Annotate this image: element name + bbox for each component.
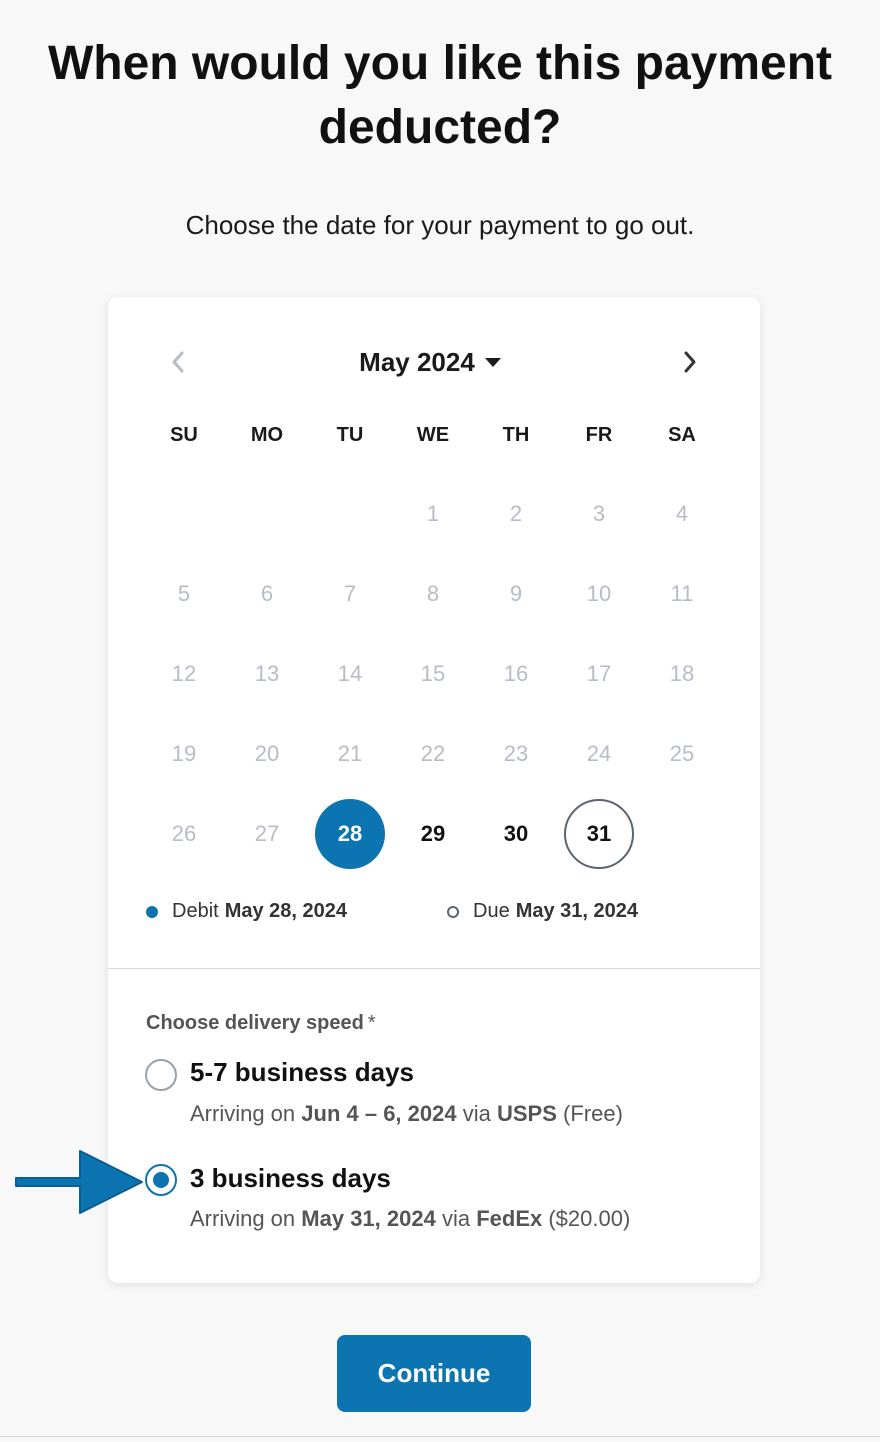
calendar-day-20: 20 [254, 741, 280, 766]
calendar-day-9: 9 [509, 581, 523, 606]
weekday-mo: MO [250, 424, 284, 446]
caret-down-icon [484, 357, 501, 367]
option-title-3-days[interactable]: 3 business days [190, 1163, 391, 1194]
calendar-day-7: 7 [343, 581, 357, 606]
debit-dot-icon [146, 905, 158, 918]
option-carrier: FedEx [476, 1206, 543, 1231]
option-carrier: USPS [496, 1101, 557, 1126]
weekday-su: SU [170, 424, 198, 446]
calendar-day-11: 11 [670, 581, 694, 606]
calendar-day-1: 1 [426, 501, 440, 526]
calendar-day-2: 2 [509, 501, 523, 526]
option-title-5-7-days[interactable]: 5-7 business days [190, 1057, 414, 1088]
due-ring-icon [447, 905, 459, 918]
radio-5-7-business-days[interactable] [145, 1059, 177, 1091]
chevron-right-icon [684, 351, 696, 373]
calendar-day-15: 15 [420, 661, 446, 686]
radio-3-business-days[interactable] [145, 1164, 177, 1196]
calendar-day-23: 23 [503, 741, 529, 766]
calendar-day-25: 25 [669, 741, 695, 766]
chevron-left-icon [172, 351, 184, 373]
weekday-we: WE [416, 424, 450, 446]
calendar-day-10: 10 [586, 581, 612, 606]
page-subtitle: Choose the date for your payment to go o… [185, 210, 695, 240]
calendar-day-19: 19 [171, 741, 197, 766]
bottom-divider [0, 1436, 880, 1437]
option-via: via [462, 1101, 491, 1126]
delivery-speed-label-text: Choose delivery speed [146, 1012, 364, 1034]
legend-due: Due May 31, 2024 [447, 900, 638, 923]
legend-due-label: Due [473, 900, 510, 922]
calendar-day-26: 26 [171, 821, 197, 846]
continue-button[interactable]: Continue [337, 1335, 531, 1412]
calendar-day-18: 18 [669, 661, 695, 686]
month-year-dropdown[interactable]: May 2024 [340, 344, 520, 380]
calendar-day-31[interactable]: 31 [564, 799, 634, 869]
page-title: When would you like this payment deducte… [47, 37, 833, 154]
next-month-button[interactable] [672, 344, 708, 380]
option-prefix: Arriving on [190, 1206, 296, 1231]
calendar-day-5: 5 [177, 581, 191, 606]
calendar-day-4: 4 [675, 501, 689, 526]
legend-debit-label: Debit [172, 900, 219, 922]
calendar-day-27: 27 [254, 821, 280, 846]
calendar-day-22: 22 [420, 741, 446, 766]
calendar-day-30[interactable]: 30 [481, 799, 551, 869]
legend-due-date: May 31, 2024 [515, 900, 639, 922]
delivery-speed-label: Choose delivery speed * [146, 1012, 376, 1035]
option-price: ($20.00) [548, 1206, 631, 1231]
legend-debit: Debit May 28, 2024 [146, 900, 347, 923]
calendar-day-17: 17 [586, 661, 612, 686]
weekday-sa: SA [668, 424, 696, 446]
calendar-day-21: 21 [337, 741, 363, 766]
pointer-arrow-icon [15, 1150, 143, 1214]
calendar-day-13: 13 [254, 661, 280, 686]
option-dates: Jun 4 – 6, 2024 [301, 1101, 457, 1126]
card-divider [108, 968, 760, 969]
calendar-day-16: 16 [503, 661, 529, 686]
weekday-th: TH [502, 424, 530, 446]
option-via: via [441, 1206, 471, 1231]
weekday-fr: FR [585, 424, 613, 446]
option-price: (Free) [563, 1101, 623, 1126]
calendar-day-3: 3 [592, 501, 606, 526]
option-prefix: Arriving on [190, 1101, 296, 1126]
previous-month-button[interactable] [160, 344, 196, 380]
calendar-day-29[interactable]: 29 [398, 799, 468, 869]
calendar-day-24: 24 [586, 741, 612, 766]
month-label: May 2024 [359, 346, 475, 377]
calendar-day-6: 6 [260, 581, 274, 606]
calendar-day-28[interactable]: 28 [315, 799, 385, 869]
option-detail-5-7-days: Arriving on Jun 4 – 6, 2024 via USPS (Fr… [190, 1101, 623, 1127]
option-dates: May 31, 2024 [301, 1206, 436, 1231]
calendar-day-8: 8 [426, 581, 440, 606]
legend-debit-date: May 28, 2024 [224, 900, 348, 922]
calendar-day-14: 14 [337, 661, 363, 686]
option-detail-3-days: Arriving on May 31, 2024 via FedEx ($20.… [190, 1206, 630, 1232]
calendar-day-12: 12 [171, 661, 197, 686]
weekday-tu: TU [336, 424, 364, 446]
required-mark: * [367, 1012, 376, 1034]
